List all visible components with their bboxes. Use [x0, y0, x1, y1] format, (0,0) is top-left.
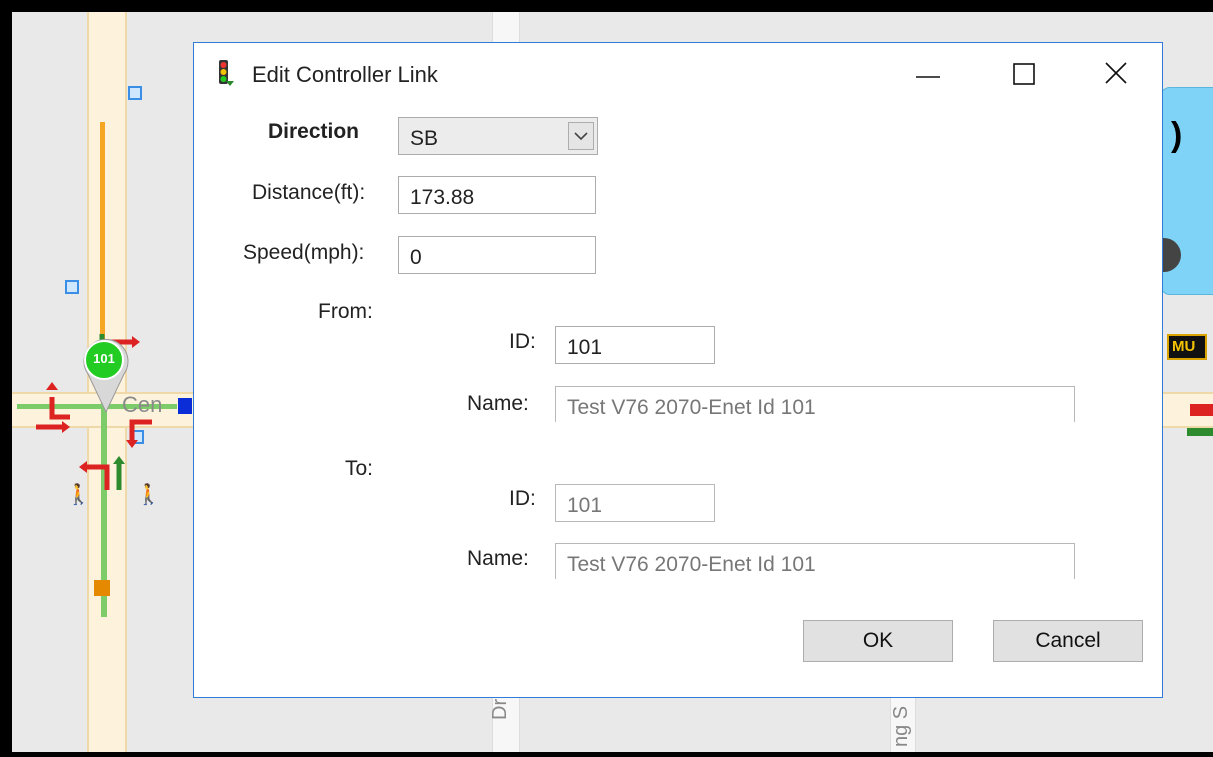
broadcast-icon: ) [1171, 116, 1183, 154]
to-name-label: Name: [467, 547, 529, 570]
street-label-dr: Dr [489, 698, 511, 720]
cancel-button[interactable]: Cancel [993, 620, 1143, 662]
street-label-ng: ng S [890, 705, 912, 747]
dropdown-button[interactable] [568, 122, 594, 150]
detector-marker [178, 398, 192, 414]
pedestrian-icon: 🚶 [136, 484, 161, 506]
from-name-input[interactable]: Test V76 2070-Enet Id 101 [555, 386, 1075, 422]
close-button[interactable] [1094, 57, 1138, 91]
direction-label: Direction [268, 120, 360, 143]
from-label: From: [318, 300, 373, 323]
edit-controller-link-dialog: Edit Controller Link Direction SB Distan… [193, 42, 1163, 698]
distance-label: Distance(ft): [252, 181, 366, 204]
maximize-icon [1013, 63, 1035, 85]
link-red-right [1190, 404, 1213, 416]
knob-icon [1161, 238, 1181, 272]
close-icon [1105, 62, 1127, 84]
from-id-label: ID: [509, 330, 536, 353]
marker-id: 101 [93, 351, 115, 366]
bus-stop-icon [128, 86, 142, 100]
pedestrian-icon: 🚶 [66, 484, 91, 506]
street-label: Cen [122, 392, 163, 417]
to-id-input[interactable]: 101 [555, 484, 715, 522]
mu-badge-text: MU [1172, 338, 1196, 355]
dialog-title: Edit Controller Link [252, 62, 438, 87]
from-id-input[interactable]: 101 [555, 326, 715, 364]
ok-button[interactable]: OK [803, 620, 953, 662]
to-id-label: ID: [509, 487, 536, 510]
from-name-label: Name: [467, 392, 529, 415]
minimize-icon [916, 76, 940, 78]
speed-input[interactable]: 0 [398, 236, 596, 274]
dialog-titlebar[interactable]: Edit Controller Link [194, 43, 1162, 103]
link-green-right [1187, 428, 1213, 436]
maximize-button[interactable] [1002, 57, 1046, 91]
detector-box-icon [94, 580, 110, 596]
mu-badge: MU [1167, 334, 1207, 360]
bus-stop-icon [65, 280, 79, 294]
direction-select[interactable]: SB [398, 117, 598, 155]
to-name-input[interactable]: Test V76 2070-Enet Id 101 [555, 543, 1075, 579]
chevron-down-icon [574, 132, 588, 141]
to-label: To: [345, 457, 374, 480]
device-panel[interactable]: ) [1160, 87, 1213, 295]
minimize-button[interactable] [906, 57, 950, 91]
direction-value: SB [410, 127, 439, 150]
traffic-signal-icon [219, 60, 234, 86]
speed-label: Speed(mph): [243, 241, 365, 264]
distance-input[interactable]: 173.88 [398, 176, 596, 214]
